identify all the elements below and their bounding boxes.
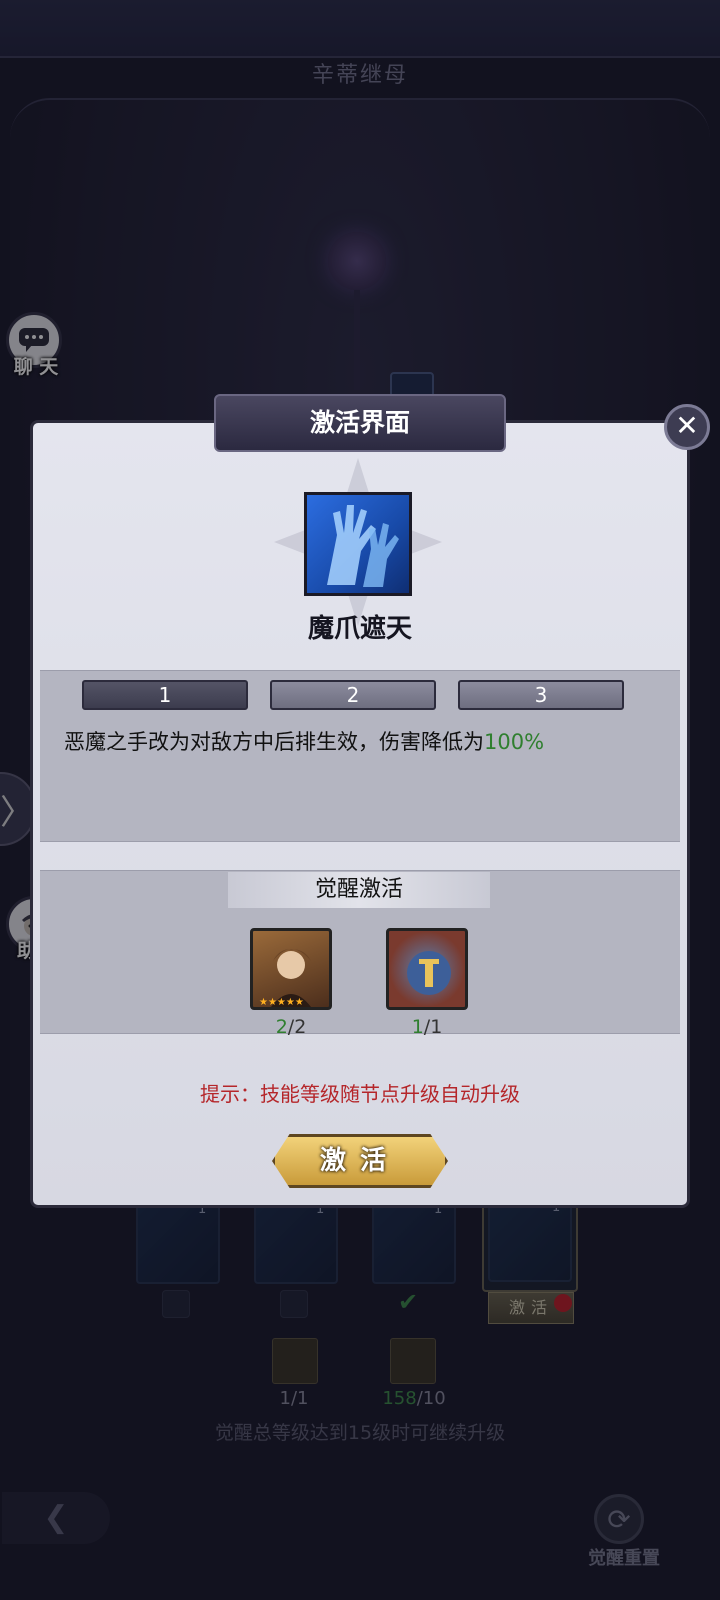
tip-text: 提示：技能等级随节点升级自动升级 xyxy=(200,1082,520,1106)
level-tab-3[interactable]: 3 xyxy=(458,680,624,710)
skill-name: 魔爪遮天 xyxy=(307,614,412,644)
mask-art xyxy=(407,951,451,995)
dialog-title: 激活界面 xyxy=(214,394,506,452)
requirement-have: 2 xyxy=(275,1016,288,1038)
portrait-art: ★★★★★ xyxy=(259,949,311,1008)
hands-icon xyxy=(327,505,399,587)
close-icon: ✕ xyxy=(675,409,699,442)
awaken-header: 觉醒激活 xyxy=(228,872,490,908)
activate-button[interactable]: 激活 xyxy=(272,1134,448,1188)
mask-emblem-icon[interactable] xyxy=(386,928,468,1010)
description-text: 恶魔之手改为对敌方中后排生效，伤害降低为 xyxy=(64,730,484,754)
level-tab-2[interactable]: 2 xyxy=(270,680,436,710)
level-tab-1[interactable]: 1 xyxy=(82,680,248,710)
skill-description: 恶魔之手改为对敌方中后排生效，伤害降低为100% xyxy=(64,726,664,756)
svg-text:★★★★★: ★★★★★ xyxy=(259,997,304,1007)
close-button[interactable]: ✕ xyxy=(664,404,710,450)
description-value: 100% xyxy=(484,730,545,754)
requirement-need: /1 xyxy=(423,1016,443,1038)
character-portrait-icon[interactable]: ★★★★★ xyxy=(250,928,332,1010)
demon-hands-skill-icon xyxy=(304,492,412,596)
requirement-need: /2 xyxy=(287,1016,307,1038)
requirement-count: 2/2 xyxy=(250,1016,332,1038)
requirement-count: 1/1 xyxy=(386,1016,468,1038)
requirement-have: 1 xyxy=(411,1016,424,1038)
